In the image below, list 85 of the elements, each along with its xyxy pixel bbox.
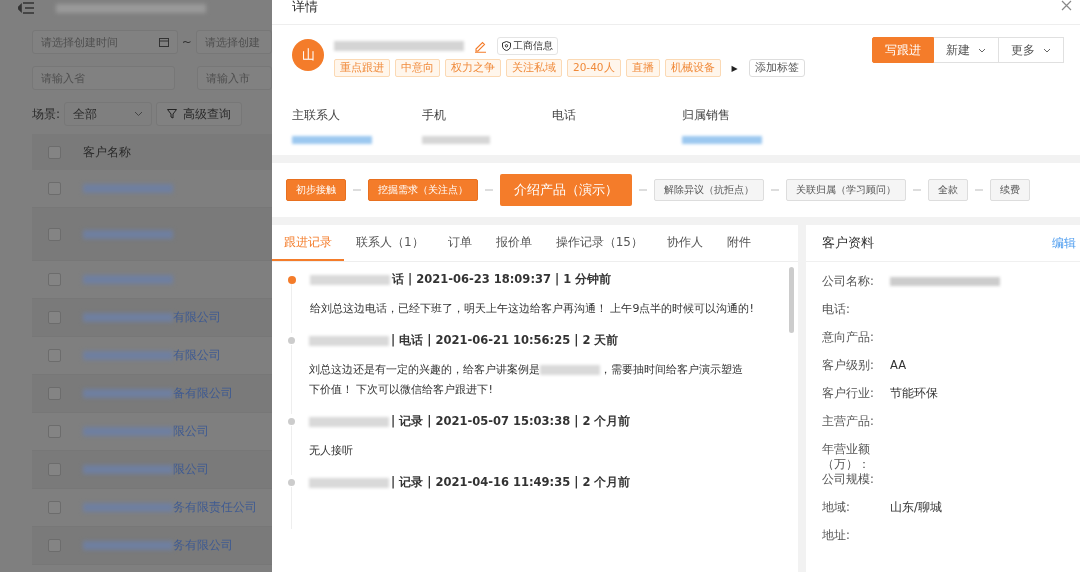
contact-field-label: 电话 (552, 107, 577, 124)
contact-field-label: 主联系人 (292, 107, 341, 124)
row-checkbox[interactable] (48, 425, 61, 438)
detail-tab[interactable]: 报价单 (483, 225, 544, 261)
record-header: 话 | 2021-06-23 18:09:37 | 1 分钟前 (392, 272, 612, 287)
chevron-down-icon (134, 111, 144, 117)
detail-tab[interactable]: 附件 (714, 225, 763, 261)
customer-tag: 20-40人 (567, 59, 621, 77)
note-text: 给刘总这边电话，已经下班了，明天上午这边给客户再沟通！ 上午9点半的时候可以沟通的! (310, 301, 755, 317)
note-text: 无人接听 (309, 443, 354, 459)
customer-tag: 关注私域 (506, 59, 562, 77)
note-text: 下价值！ 下次可以微信给客户跟进下! (309, 382, 494, 398)
profile-field-value: 节能环保 (890, 386, 938, 401)
profile-field-label: 年营业额（万）： (822, 442, 871, 472)
profile-field-label: 地址: (822, 528, 851, 543)
row-checkbox[interactable] (48, 463, 61, 476)
business-info-button[interactable]: 工商信息 (497, 37, 558, 55)
detail-tab[interactable]: 操作记录（15） (543, 225, 655, 261)
profile-field-label: 地域: (822, 500, 851, 515)
profile-field-label: 主营产品: (822, 414, 875, 429)
sales-stage-step[interactable]: 关联归属（学习顾问） (786, 179, 906, 201)
profile-field-label: 客户行业: (822, 386, 875, 401)
note-text: ，需要抽时间给客户演示塑造 (600, 362, 743, 378)
sales-stage-step[interactable]: 介绍产品（演示） (500, 174, 632, 206)
profile-field-label: 公司规模: (822, 472, 875, 487)
menu-fold-icon[interactable] (18, 2, 34, 14)
chevron-down-icon (1043, 47, 1051, 53)
shield-icon (502, 41, 511, 51)
row-checkbox[interactable] (48, 182, 61, 195)
select-all-checkbox[interactable] (48, 145, 61, 159)
close-icon[interactable] (1061, 0, 1072, 11)
scene-select[interactable]: 全部 (64, 102, 153, 126)
customer-tag: 权力之争 (445, 59, 501, 77)
chevron-down-icon (978, 47, 986, 53)
customer-tag: 重点跟进 (334, 59, 390, 77)
row-checkbox[interactable] (48, 273, 61, 286)
advanced-query-button[interactable]: 高级查询 (156, 102, 243, 126)
sales-stage-step[interactable]: 全款 (928, 179, 968, 201)
add-tag-button[interactable]: 添加标签 (748, 59, 805, 77)
row-checkbox[interactable] (48, 227, 61, 241)
row-checkbox[interactable] (48, 349, 61, 362)
more-tags-arrow[interactable]: ▶ (731, 63, 738, 73)
sales-stage-step[interactable]: 解除异议（抗拒点） (654, 179, 764, 201)
note-text: 刘总这边还是有一定的兴趣的，给客户讲案例是 (309, 362, 540, 378)
filter-icon (167, 109, 178, 119)
customer-tag: 中意向 (395, 59, 440, 77)
record-header: | 电话 | 2021-06-21 10:56:25 | 2 天前 (391, 333, 619, 348)
redacted-text (540, 365, 600, 375)
edit-pencil-icon[interactable] (474, 39, 487, 53)
row-checkbox[interactable] (48, 539, 61, 552)
detail-tab[interactable]: 订单 (435, 225, 484, 261)
profile-field-value: 山东/聊城 (890, 500, 942, 515)
customer-avatar: 山 (292, 39, 324, 71)
detail-tab[interactable]: 跟进记录 (272, 225, 344, 261)
scene-label: 场景: (32, 105, 61, 123)
calendar-icon (158, 37, 169, 47)
redacted-value (422, 136, 490, 144)
contact-field-label: 归属销售 (682, 107, 731, 124)
date-separator: ~ (181, 35, 192, 49)
sales-stage-step[interactable]: 挖掘需求（关注点） (368, 179, 478, 201)
customer-tag: 机械设备 (664, 59, 721, 77)
edit-link[interactable]: 编辑 (1052, 234, 1076, 252)
write-followup-button[interactable]: 写跟进 (872, 37, 934, 63)
customer-tag: 直播 (625, 59, 660, 77)
profile-title: 客户资料 (822, 234, 874, 252)
detail-tab[interactable]: 协作人 (654, 225, 715, 261)
sales-stage-step[interactable]: 续费 (990, 179, 1030, 201)
contact-field-label: 手机 (422, 107, 447, 124)
new-dropdown-button[interactable]: 新建 (934, 37, 999, 63)
more-dropdown-button[interactable]: 更多 (999, 37, 1064, 63)
drawer-title: 详情 (292, 0, 318, 14)
row-checkbox[interactable] (48, 311, 61, 324)
record-header: | 记录 | 2021-04-16 11:49:35 | 2 个月前 (391, 475, 631, 490)
profile-field-label: 客户级别: (822, 358, 875, 373)
record-header: | 记录 | 2021-05-07 15:03:38 | 2 个月前 (391, 414, 631, 429)
sales-stage-step[interactable]: 初步接触 (286, 179, 346, 201)
row-checkbox[interactable] (48, 501, 61, 514)
row-checkbox[interactable] (48, 387, 61, 400)
column-header: 客户名称 (83, 143, 131, 161)
profile-field-label: 意向产品: (822, 330, 875, 345)
detail-tab[interactable]: 联系人（1） (344, 225, 436, 261)
profile-field-value: AA (890, 358, 907, 372)
scrollbar-thumb[interactable] (789, 267, 794, 333)
profile-field-label: 电话: (822, 302, 851, 317)
profile-field-label: 公司名称: (822, 274, 875, 289)
